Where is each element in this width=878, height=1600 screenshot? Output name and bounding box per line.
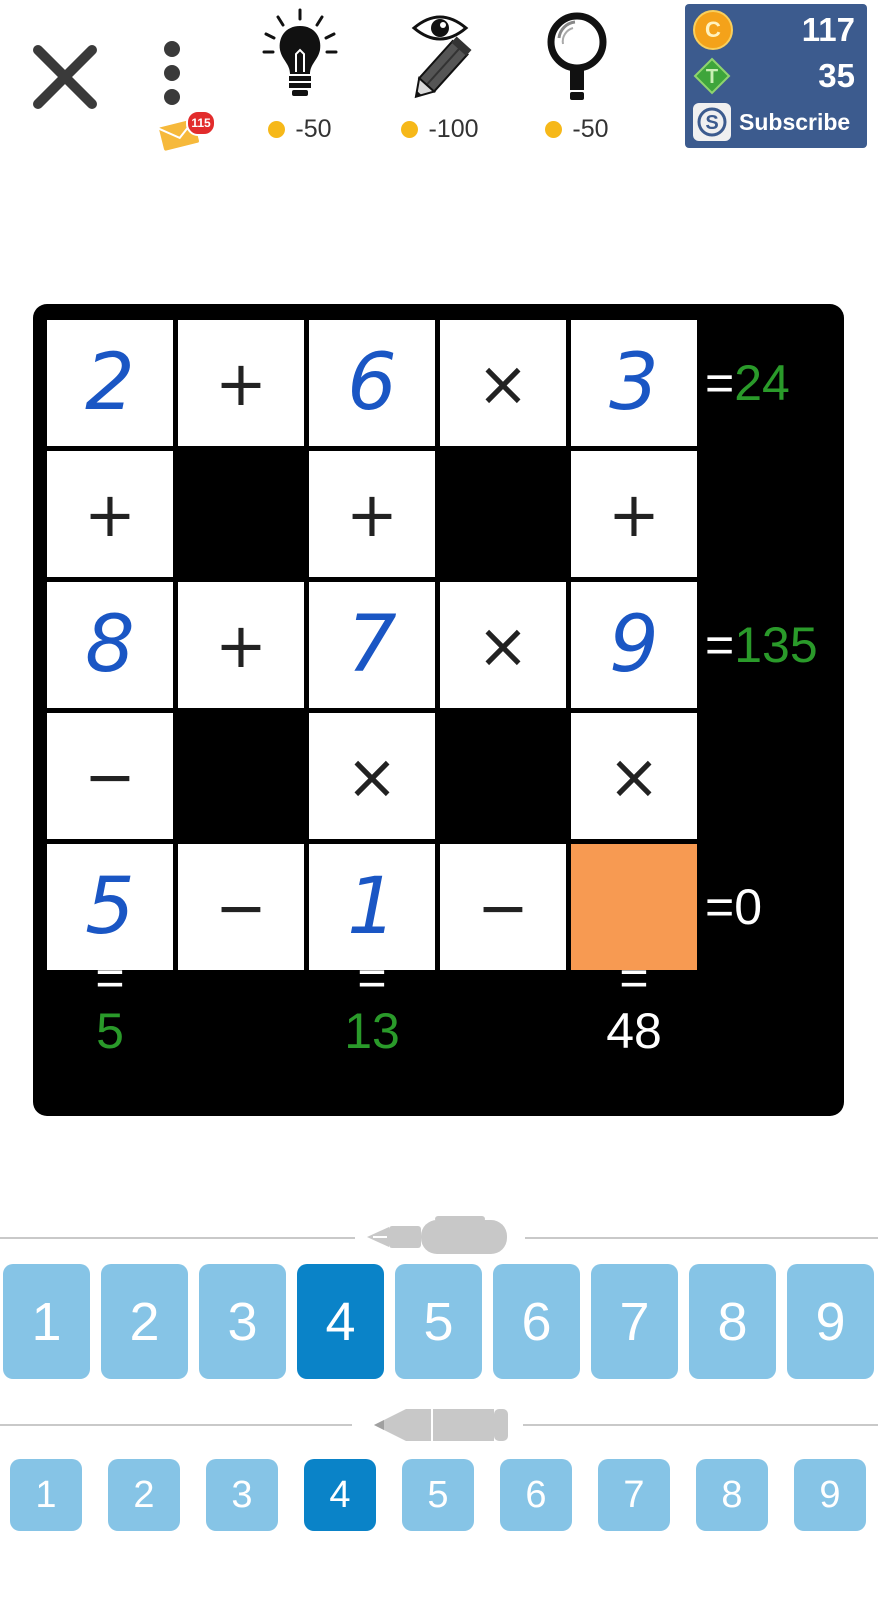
number-cell[interactable]: 2 bbox=[47, 320, 173, 446]
subscribe-icon: S bbox=[693, 103, 731, 141]
number-cell[interactable]: 6 bbox=[309, 320, 435, 446]
number-cell[interactable]: 3 bbox=[571, 320, 697, 446]
more-menu-icon[interactable] bbox=[155, 40, 190, 110]
row-result: = 135 bbox=[705, 582, 818, 708]
operator-cell: + bbox=[309, 451, 435, 577]
pencil-key-4[interactable]: 4 bbox=[304, 1459, 376, 1531]
pencil-key-1[interactable]: 1 bbox=[10, 1459, 82, 1531]
pen-key-9[interactable]: 9 bbox=[787, 1264, 874, 1379]
operator-cell: × bbox=[440, 582, 566, 708]
divider bbox=[523, 1424, 878, 1426]
reveal-button[interactable]: -100 bbox=[385, 8, 495, 148]
pen-icon bbox=[367, 1216, 507, 1254]
row-result-value: 24 bbox=[734, 355, 790, 411]
check-button[interactable]: -50 bbox=[522, 8, 632, 148]
hint-button[interactable]: -50 bbox=[245, 8, 355, 148]
hint-cost: -50 bbox=[245, 115, 355, 144]
row-result: = 0 bbox=[705, 844, 762, 970]
coin-icon: C bbox=[693, 10, 733, 50]
pencil-key-2[interactable]: 2 bbox=[108, 1459, 180, 1531]
divider bbox=[525, 1237, 878, 1239]
operator-cell: − bbox=[47, 713, 173, 839]
lightbulb-icon bbox=[262, 8, 338, 96]
pen-key-5[interactable]: 5 bbox=[395, 1264, 482, 1379]
equals-sign: = bbox=[705, 617, 735, 673]
column-result-value: 48 bbox=[606, 1003, 662, 1059]
divider bbox=[0, 1424, 352, 1426]
number-cell[interactable]: 8 bbox=[47, 582, 173, 708]
wallet-panel[interactable]: C 117 T 35 S Subscribe bbox=[685, 4, 867, 148]
check-cost: -50 bbox=[522, 115, 632, 144]
coin-balance: C 117 bbox=[693, 8, 855, 52]
operator-cell: × bbox=[309, 713, 435, 839]
operator-cell: + bbox=[571, 451, 697, 577]
coin-icon bbox=[545, 121, 563, 138]
svg-text:S: S bbox=[705, 112, 718, 134]
pencil-icon bbox=[374, 1409, 508, 1441]
pen-key-8[interactable]: 8 bbox=[689, 1264, 776, 1379]
mail-icon[interactable]: 115 bbox=[158, 110, 216, 152]
operator-cell: + bbox=[47, 451, 173, 577]
pen-key-1[interactable]: 1 bbox=[3, 1264, 90, 1379]
pen-key-2[interactable]: 2 bbox=[101, 1264, 188, 1379]
close-icon[interactable] bbox=[30, 42, 100, 112]
operator-cell: × bbox=[440, 320, 566, 446]
operator-cell: − bbox=[178, 844, 304, 970]
column-result: = 13 bbox=[309, 950, 435, 1059]
coin-icon bbox=[401, 121, 419, 138]
token-balance: T 35 bbox=[693, 54, 855, 98]
equals-sign: = bbox=[619, 950, 649, 1006]
coin-icon bbox=[268, 121, 286, 138]
reveal-cost: -100 bbox=[385, 115, 495, 144]
pencil-key-8[interactable]: 8 bbox=[696, 1459, 768, 1531]
eye-pencil-icon bbox=[411, 15, 472, 99]
pencil-key-9[interactable]: 9 bbox=[794, 1459, 866, 1531]
row-result-value: 135 bbox=[734, 617, 818, 673]
pencil-key-6[interactable]: 6 bbox=[500, 1459, 572, 1531]
operator-cell: − bbox=[440, 844, 566, 970]
number-cell[interactable]: 9 bbox=[571, 582, 697, 708]
pencil-key-7[interactable]: 7 bbox=[598, 1459, 670, 1531]
operator-cell: + bbox=[178, 582, 304, 708]
number-cell[interactable]: 7 bbox=[309, 582, 435, 708]
equals-sign: = bbox=[705, 879, 735, 935]
row-result-value: 0 bbox=[734, 879, 763, 935]
divider bbox=[0, 1237, 355, 1239]
pen-key-7[interactable]: 7 bbox=[591, 1264, 678, 1379]
top-bar: 115 -50 -100 -50 C 117 T 35 S Subscribe bbox=[0, 0, 878, 160]
pen-key-4[interactable]: 4 bbox=[297, 1264, 384, 1379]
operator-cell: + bbox=[178, 320, 304, 446]
pen-key-6[interactable]: 6 bbox=[493, 1264, 580, 1379]
column-result-value: 5 bbox=[96, 1003, 124, 1059]
pen-key-3[interactable]: 3 bbox=[199, 1264, 286, 1379]
magnifier-icon bbox=[547, 12, 607, 100]
column-result: = 5 bbox=[47, 950, 173, 1059]
pencil-key-3[interactable]: 3 bbox=[206, 1459, 278, 1531]
operator-cell: × bbox=[571, 713, 697, 839]
row-result: = 24 bbox=[705, 320, 790, 446]
token-icon: T bbox=[693, 57, 731, 95]
puzzle-board: 2 +6 × 3 + + +8 +7 × 9− × × 5−1− = 24 = 135 = 0 = 5 = 13 = 48 bbox=[33, 304, 844, 1116]
subscribe-button[interactable]: S Subscribe bbox=[693, 100, 855, 144]
equals-sign: = bbox=[95, 950, 125, 1006]
equals-sign: = bbox=[705, 355, 735, 411]
column-result: = 48 bbox=[571, 950, 697, 1059]
pencil-key-5[interactable]: 5 bbox=[402, 1459, 474, 1531]
equals-sign: = bbox=[357, 950, 387, 1006]
token-letter: T bbox=[706, 66, 718, 88]
mail-count-badge: 115 bbox=[186, 110, 216, 136]
column-result-value: 13 bbox=[344, 1003, 400, 1059]
